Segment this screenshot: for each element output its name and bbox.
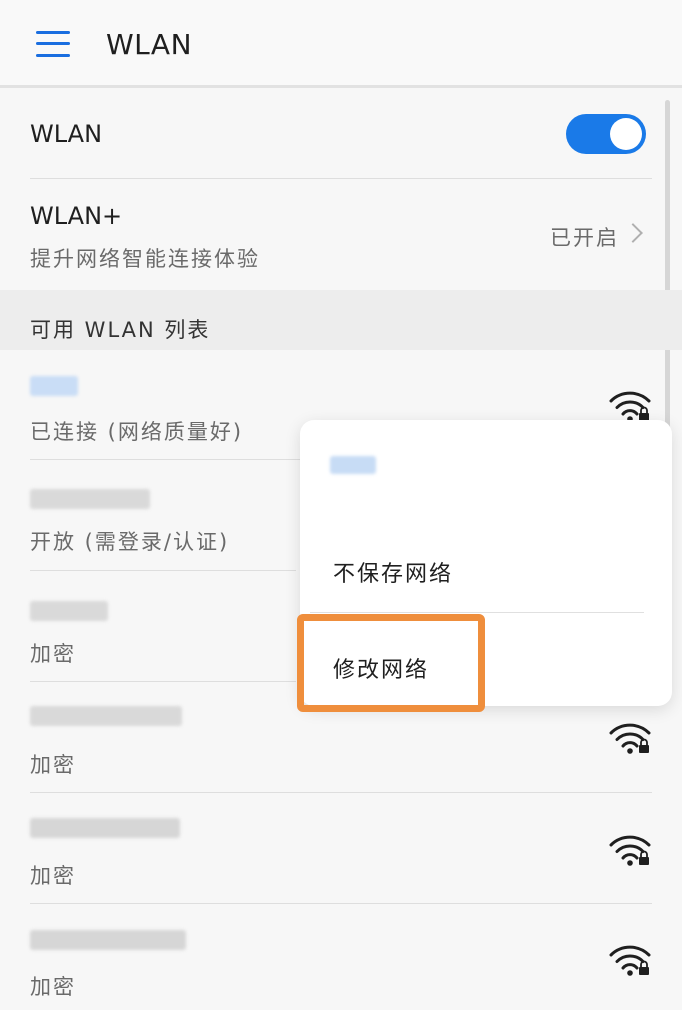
forget-network-menu-item[interactable]: 不保存网络: [333, 556, 453, 588]
network-name-redacted: [30, 706, 182, 726]
menu-icon[interactable]: [36, 30, 70, 58]
network-status: 加密: [30, 975, 76, 999]
page-title: WLAN: [106, 28, 193, 61]
divider: [30, 903, 652, 904]
wifi-lock-icon: [608, 388, 652, 424]
network-name-redacted: [30, 601, 108, 621]
popup-network-name-redacted: [330, 456, 376, 474]
divider: [30, 570, 296, 571]
wifi-lock-icon: [608, 942, 652, 978]
wlan-label: WLAN: [30, 120, 103, 148]
wlan-plus-title: WLAN+: [30, 202, 123, 230]
network-status: 加密: [30, 642, 76, 666]
network-name-redacted: [30, 818, 180, 838]
highlight-box: [297, 614, 485, 712]
available-networks-header: 可用 WLAN 列表: [0, 290, 682, 350]
wifi-lock-icon: [608, 720, 652, 756]
app-header: WLAN: [0, 0, 682, 88]
divider: [30, 459, 300, 460]
network-name-redacted: [30, 930, 186, 950]
divider: [30, 792, 652, 793]
section-label: 可用 WLAN 列表: [30, 318, 211, 342]
wlan-plus-subtitle: 提升网络智能连接体验: [30, 247, 260, 271]
network-name-redacted: [30, 489, 150, 509]
divider: [30, 178, 652, 179]
network-status: 已连接 (网络质量好): [30, 420, 244, 444]
wlan-plus-status: 已开启: [550, 226, 619, 250]
network-status: 加密: [30, 753, 76, 777]
divider: [30, 681, 296, 682]
network-status: 加密: [30, 864, 76, 888]
toggle-knob: [610, 118, 642, 150]
network-status: 开放 (需登录/认证): [30, 530, 230, 554]
network-name-redacted: [30, 376, 78, 396]
wifi-lock-icon: [608, 832, 652, 868]
chevron-right-icon: [623, 223, 643, 243]
wlan-toggle[interactable]: [566, 114, 646, 154]
divider: [310, 612, 644, 613]
